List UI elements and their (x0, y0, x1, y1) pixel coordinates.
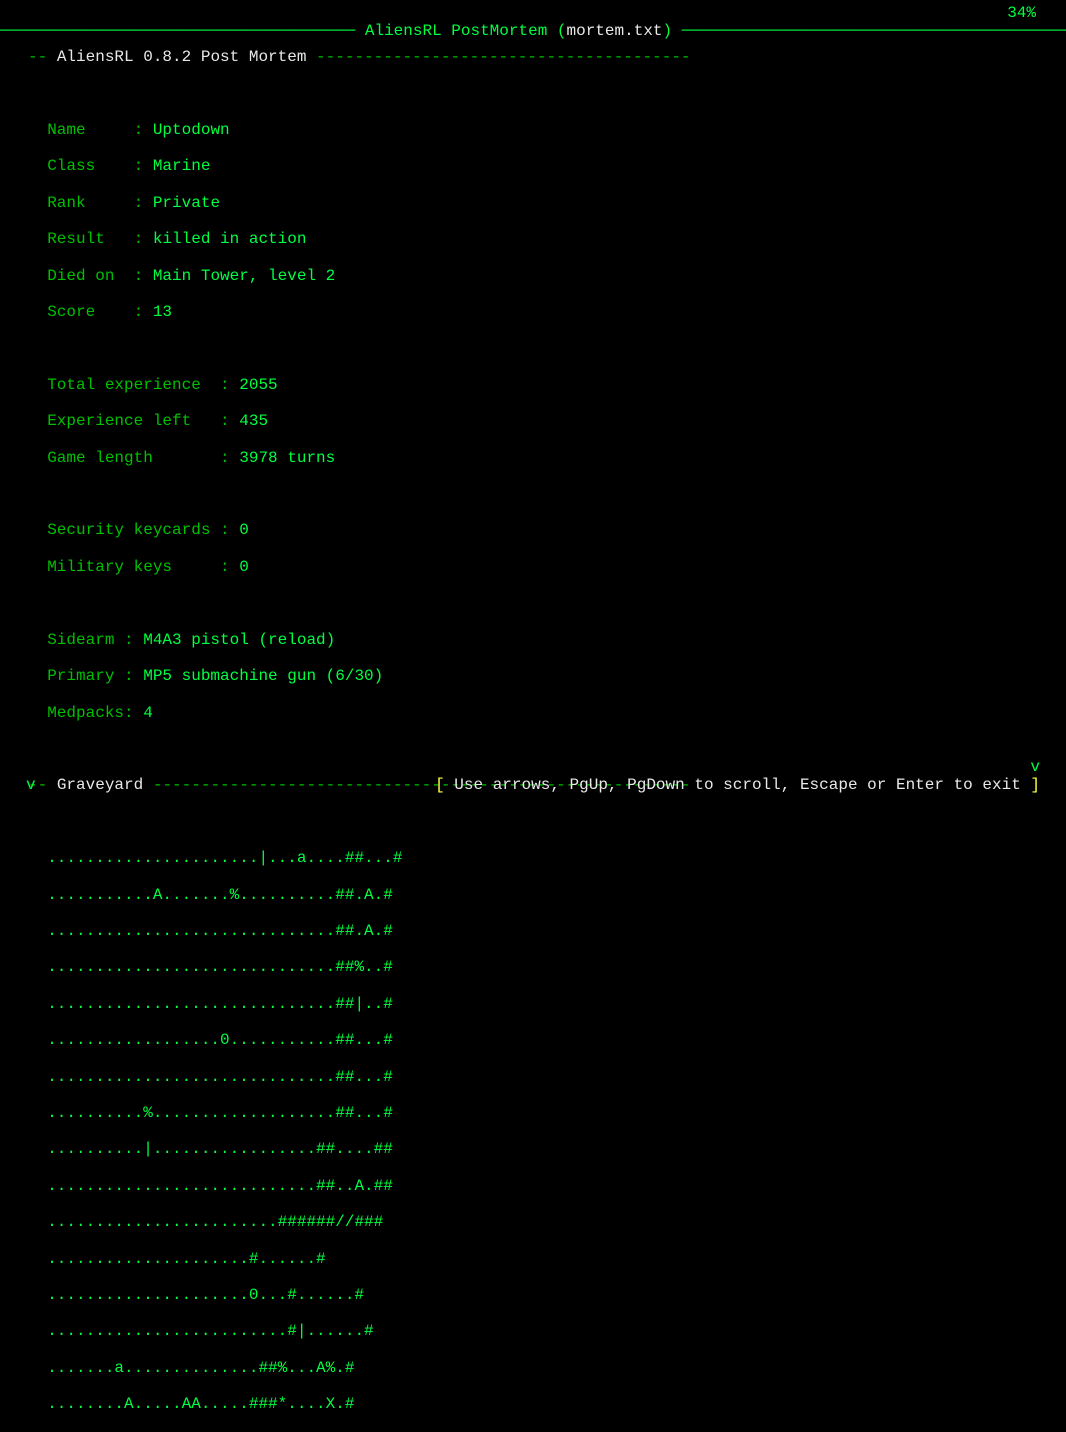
stat-label: Score : (28, 303, 153, 321)
postmortem-content: -- AliensRL 0.8.2 Post Mortem ----------… (28, 30, 691, 1432)
stat-value: Main Tower, level 2 (153, 267, 335, 285)
stat-value: killed in action (153, 230, 307, 248)
map-row: ..................0...........##...# (28, 1031, 691, 1049)
stat-label: Primary : (28, 667, 143, 685)
stat-row: Score : 13 (28, 303, 691, 321)
stat-label: Medpacks: (28, 704, 143, 722)
stat-value: 2055 (239, 376, 277, 394)
stat-label: Total experience : (28, 376, 239, 394)
map-row: ..............................##.A.# (28, 922, 691, 940)
stat-label: Sidearm : (28, 631, 143, 649)
scroll-percent: 34% (1007, 4, 1036, 22)
stat-row: Experience left : 435 (28, 412, 691, 430)
stat-value: MP5 submachine gun (6/30) (143, 667, 383, 685)
map-row: ..............................##|..# (28, 995, 691, 1013)
stat-label: Rank : (28, 194, 153, 212)
map-row: .....................0...#......# (28, 1286, 691, 1304)
stat-value: 0 (239, 521, 249, 539)
stat-row: Name : Uptodown (28, 121, 691, 139)
stat-value: M4A3 pistol (reload) (143, 631, 335, 649)
stat-label: Experience left : (28, 412, 239, 430)
stat-row: Died on : Main Tower, level 2 (28, 267, 691, 285)
map-row: ........A.....AA.....###*....X.# (28, 1395, 691, 1413)
stat-row: Medpacks: 4 (28, 704, 691, 722)
map-row: ......................|...a....##...# (28, 849, 691, 867)
stat-value: 4 (143, 704, 153, 722)
footer-hint: [ Use arrows, PgUp, PgDown to scroll, Es… (0, 758, 1066, 794)
stat-value: Marine (153, 157, 211, 175)
map-row: ..........|.................##....## (28, 1140, 691, 1158)
stat-label: Security keycards : (28, 521, 239, 539)
stat-row: Total experience : 2055 (28, 376, 691, 394)
stat-row: Rank : Private (28, 194, 691, 212)
stat-value: 435 (239, 412, 268, 430)
map-row: .......a..............##%...A%.# (28, 1359, 691, 1377)
footer-text: Use arrows, PgUp, PgDown to scroll, Esca… (454, 776, 1021, 794)
map-row: .....................#......# (28, 1250, 691, 1268)
titlebar-dash-right: ────────────────────────────────────────… (672, 22, 1066, 40)
stat-label: Name : (28, 121, 153, 139)
stat-label: Class : (28, 157, 153, 175)
map-row: ..............................##...# (28, 1068, 691, 1086)
bracket-icon: ] (1021, 776, 1040, 794)
map-row: ..........%...................##...# (28, 1104, 691, 1122)
stat-label: Game length : (28, 449, 239, 467)
stat-value: 3978 turns (239, 449, 335, 467)
stat-label: Result : (28, 230, 153, 248)
postmortem-title: AliensRL 0.8.2 Post Mortem (57, 48, 307, 66)
stat-row: Primary : MP5 submachine gun (6/30) (28, 667, 691, 685)
stat-row: Sidearm : M4A3 pistol (reload) (28, 631, 691, 649)
map-row: .........................#|......# (28, 1322, 691, 1340)
stat-value: Private (153, 194, 220, 212)
stat-row: Military keys : 0 (28, 558, 691, 576)
section-header: -- AliensRL 0.8.2 Post Mortem ----------… (28, 48, 691, 66)
map-row: ..............................##%..# (28, 958, 691, 976)
stat-row: Result : killed in action (28, 230, 691, 248)
stat-label: Military keys : (28, 558, 239, 576)
bracket-icon: [ (435, 776, 454, 794)
map-row: ...........A.......%..........##.A.# (28, 886, 691, 904)
stat-row: Class : Marine (28, 157, 691, 175)
map-row: ........................######//### (28, 1213, 691, 1231)
stat-label: Died on : (28, 267, 153, 285)
stat-value: Uptodown (153, 121, 230, 139)
stat-value: 0 (239, 558, 249, 576)
stat-value: 13 (153, 303, 172, 321)
stat-row: Game length : 3978 turns (28, 449, 691, 467)
map-row: ............................##..A.## (28, 1177, 691, 1195)
stat-row: Security keycards : 0 (28, 521, 691, 539)
